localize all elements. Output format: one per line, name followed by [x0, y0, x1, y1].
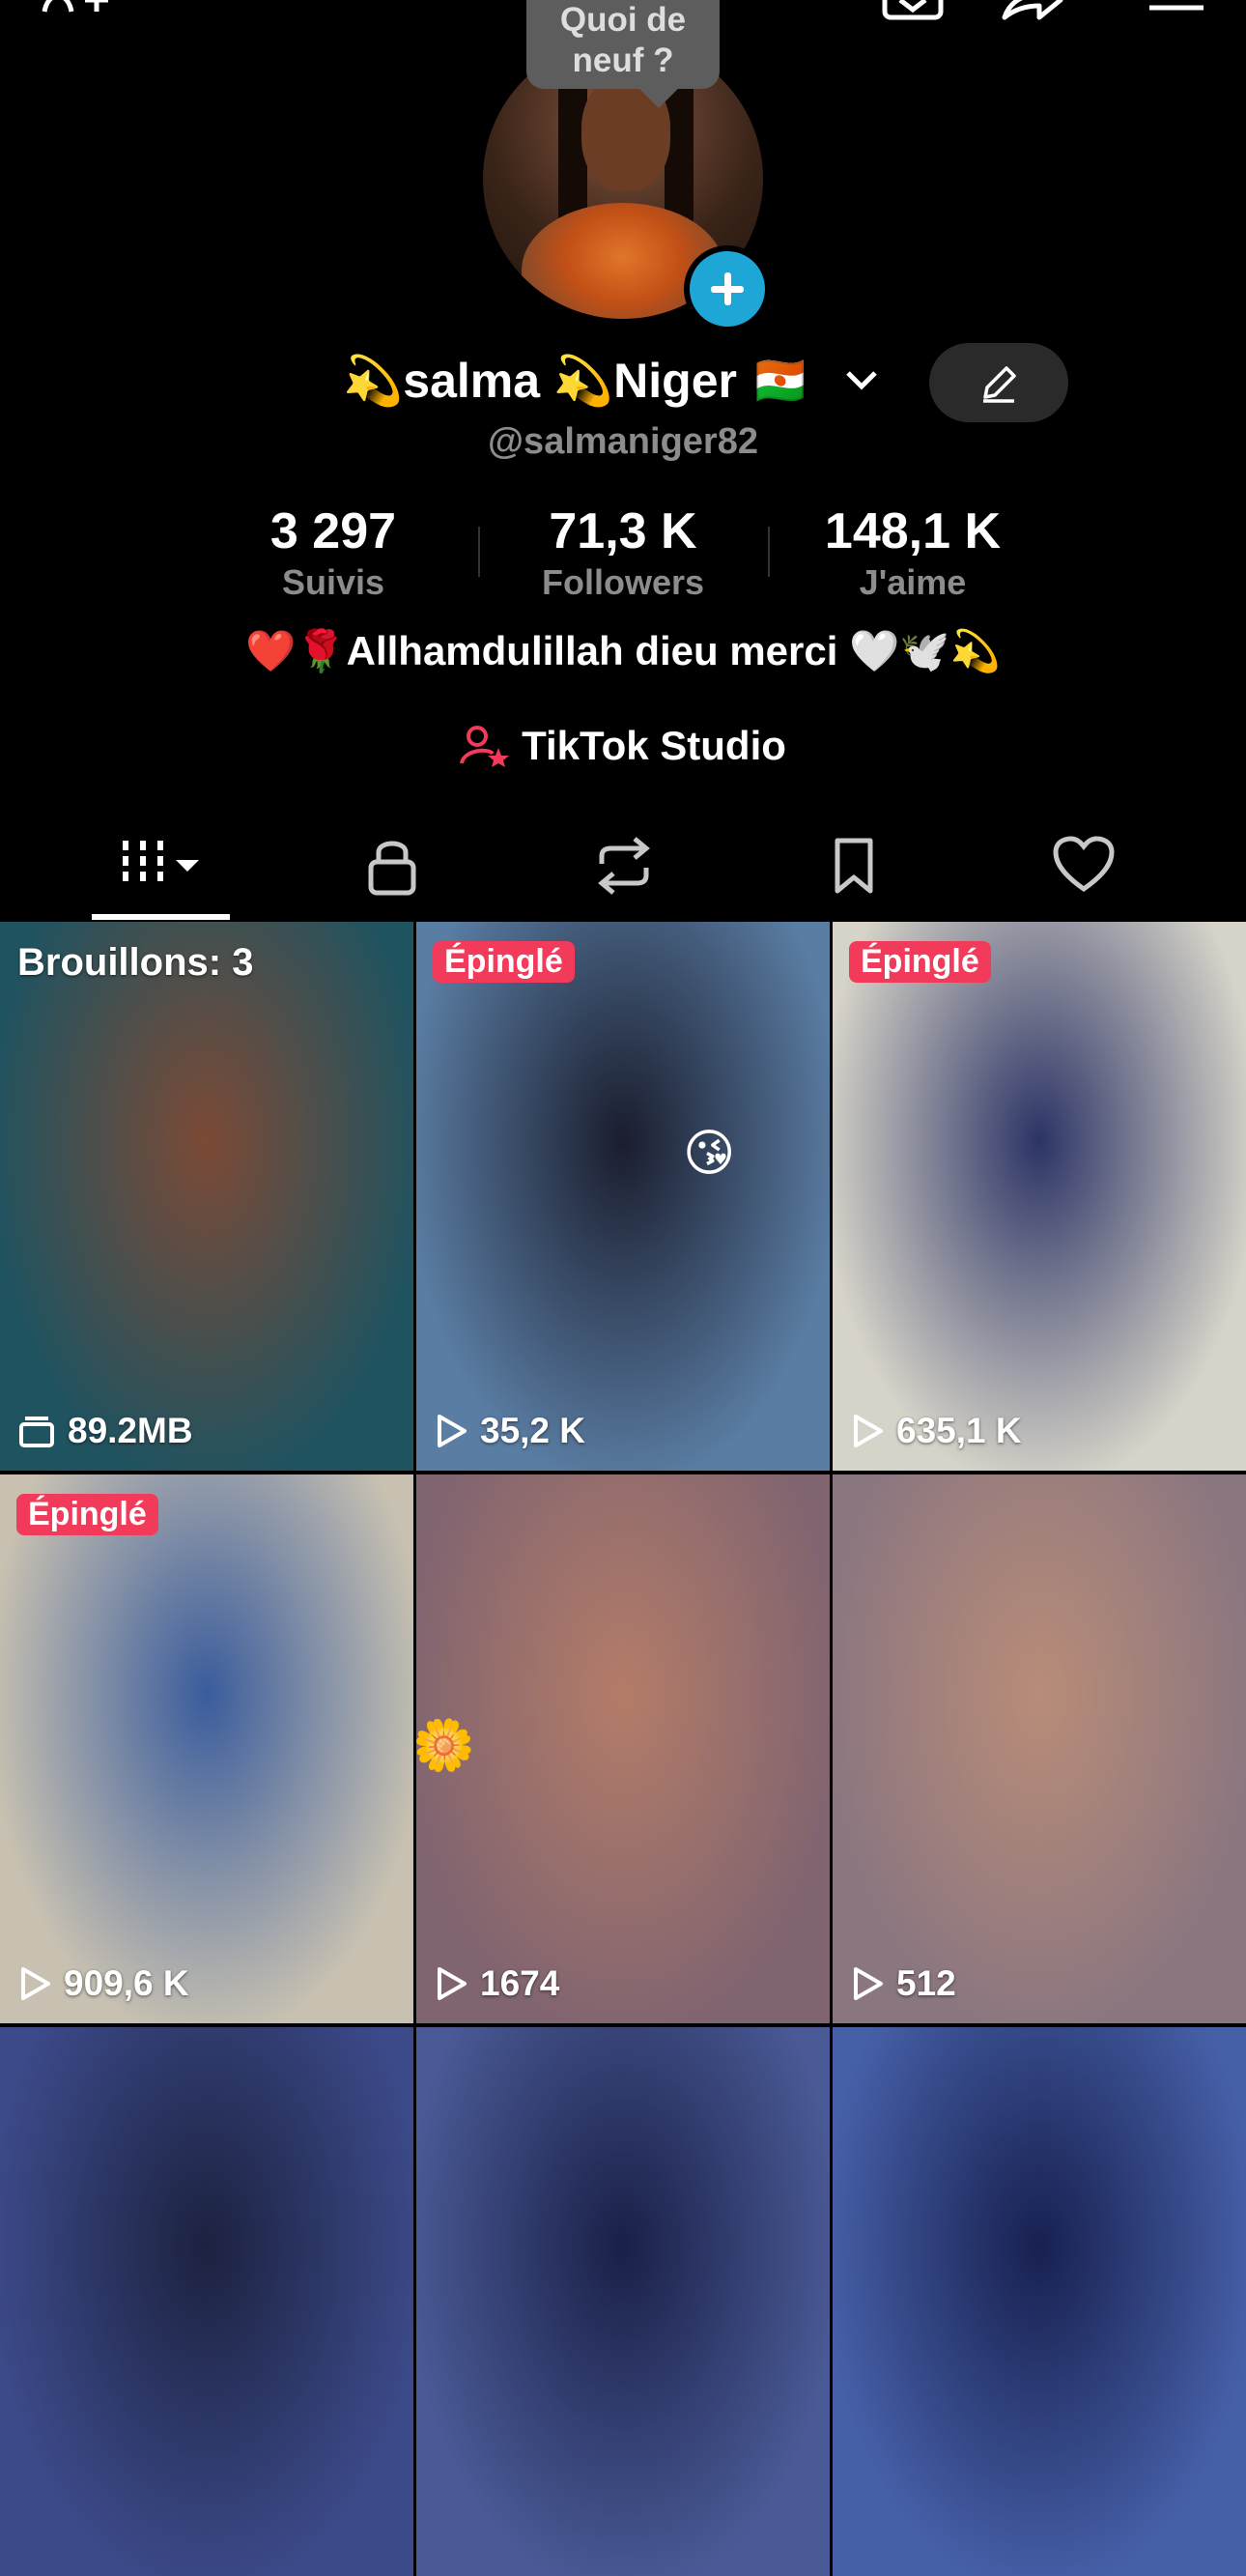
view-count: 635,1 K	[850, 1411, 1022, 1451]
drafts-label: Brouillons: 3	[17, 941, 254, 984]
video-thumbnail	[833, 2027, 1246, 2576]
pinned-badge: Épinglé	[433, 941, 575, 983]
chevron-down-icon[interactable]	[842, 365, 881, 394]
stat-followers[interactable]: 71,3 K Followers	[497, 504, 749, 607]
video-tile[interactable]: 512	[833, 1474, 1246, 2023]
whats-new-bubble[interactable]: Quoi de neuf ?	[526, 0, 720, 89]
video-tile-draft[interactable]: Brouillons: 3 89.2MB	[0, 922, 413, 1471]
video-tile[interactable]	[833, 2027, 1246, 2576]
video-thumbnail	[416, 922, 830, 1471]
video-thumbnail	[416, 1474, 830, 2023]
display-name[interactable]: 💫salma 💫Niger 🇳🇪	[343, 353, 810, 410]
heart-icon	[1053, 836, 1115, 893]
view-count-value: 512	[896, 1963, 956, 2003]
video-tile[interactable]: 😘 Épinglé 35,2 K	[416, 922, 830, 1471]
draft-size: 89.2MB	[17, 1411, 193, 1451]
view-count: 35,2 K	[434, 1411, 585, 1451]
pinned-badge: Épinglé	[849, 941, 991, 983]
tab-videos[interactable]	[83, 821, 238, 920]
video-tile[interactable]	[416, 2027, 830, 2576]
play-icon	[21, 1967, 50, 2000]
play-icon	[854, 1415, 883, 1447]
stat-following[interactable]: 3 297 Suivis	[208, 504, 459, 607]
wink-kiss-emoji-sticker: 😘	[683, 1126, 736, 1182]
view-count: 512	[850, 1963, 956, 2004]
video-tile[interactable]: Épinglé 909,6 K	[0, 1474, 413, 2023]
storage-icon	[19, 1417, 54, 1447]
edit-profile-button[interactable]	[929, 343, 1068, 422]
stat-followers-value: 71,3 K	[549, 503, 697, 559]
stat-following-label: Suivis	[281, 562, 385, 602]
lock-icon	[368, 841, 416, 896]
studio-label: TikTok Studio	[522, 723, 786, 768]
profile-bio: ❤️🌹Allhamdulillah dieu merci 🤍🕊️💫	[245, 628, 1001, 673]
video-thumbnail	[0, 922, 413, 1471]
stat-divider	[768, 527, 770, 577]
pinned-badge: Épinglé	[16, 1494, 158, 1535]
video-tile[interactable]: 🌼 1674	[416, 1474, 830, 2023]
whats-new-text: Quoi de neuf ?	[559, 1, 687, 79]
view-count-value: 635,1 K	[896, 1411, 1022, 1450]
video-tile[interactable]: Épinglé 635,1 K	[833, 922, 1246, 1471]
play-icon	[438, 1415, 467, 1447]
video-thumbnail	[416, 2027, 830, 2576]
tiktok-studio-link[interactable]: TikTok Studio	[0, 723, 1246, 769]
stat-likes-value: 148,1 K	[824, 503, 1002, 559]
view-count-value: 35,2 K	[480, 1411, 586, 1450]
tab-private[interactable]	[315, 821, 469, 920]
video-thumbnail	[0, 1474, 413, 2023]
add-story-plus-icon[interactable]	[684, 245, 771, 332]
video-tile[interactable]	[0, 2027, 413, 2576]
view-count: 1674	[434, 1963, 559, 2004]
view-count-value: 1674	[480, 1963, 560, 2003]
play-icon	[854, 1967, 883, 2000]
video-thumbnail	[0, 2027, 413, 2576]
stat-followers-label: Followers	[541, 562, 705, 602]
video-thumbnail	[833, 922, 1246, 1471]
tab-reposts[interactable]	[547, 821, 701, 920]
tab-favorites[interactable]	[777, 821, 931, 920]
stat-likes-label: J'aime	[859, 562, 967, 602]
video-thumbnail	[833, 1474, 1246, 2023]
active-tab-indicator	[92, 914, 230, 920]
view-count-value: 909,6 K	[64, 1963, 189, 2003]
inbox-icon[interactable]	[879, 0, 947, 21]
repost-icon	[598, 837, 650, 895]
videos-grid-icon	[123, 841, 199, 887]
pencil-icon	[983, 366, 1016, 403]
flower-sticker: 🌼	[416, 1718, 475, 1774]
view-count: 909,6 K	[17, 1963, 189, 2004]
profile-tabs	[0, 821, 1246, 920]
stat-likes[interactable]: 148,1 K J'aime	[787, 504, 1038, 607]
stat-following-value: 3 297	[269, 503, 397, 559]
draft-size-value: 89.2MB	[68, 1411, 193, 1450]
stat-divider	[478, 527, 480, 577]
username-handle: @salmaniger82	[488, 421, 758, 462]
bookmark-icon	[835, 838, 873, 894]
tab-liked[interactable]	[1006, 821, 1161, 920]
menu-icon[interactable]	[1146, 0, 1207, 21]
add-friend-icon[interactable]	[39, 0, 116, 21]
play-icon	[438, 1967, 467, 2000]
studio-person-star-icon	[460, 725, 510, 767]
share-icon[interactable]	[997, 0, 1064, 21]
